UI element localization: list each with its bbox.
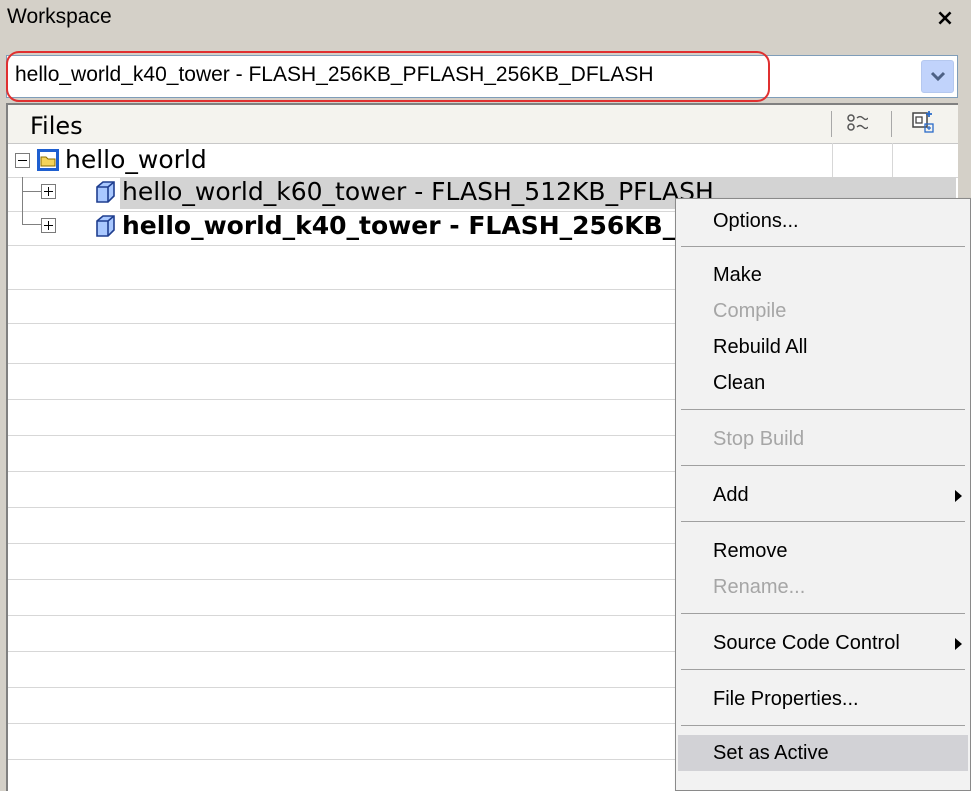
menu-item-label: Rename... xyxy=(713,576,806,598)
expand-toggle[interactable] xyxy=(41,218,56,233)
menu-item-make[interactable]: Make xyxy=(678,257,968,293)
submenu-arrow-icon xyxy=(955,490,962,502)
menu-item-label: Remove xyxy=(713,540,788,562)
menu-separator xyxy=(681,465,965,466)
close-button[interactable]: × xyxy=(925,4,965,34)
context-menu: Options... Make Compile Rebuild All Clea… xyxy=(675,198,971,791)
menu-separator xyxy=(681,521,965,522)
menu-item-stop-build[interactable]: Stop Build xyxy=(678,421,968,457)
menu-item-clean[interactable]: Clean xyxy=(678,365,968,401)
chevron-down-icon xyxy=(930,71,946,82)
menu-item-source-code-control[interactable]: Source Code Control xyxy=(678,625,968,661)
menu-item-label: Add xyxy=(713,484,749,506)
collapse-toggle[interactable] xyxy=(15,153,30,168)
menu-item-label: Source Code Control xyxy=(713,632,900,654)
expand-toggle[interactable] xyxy=(41,184,56,199)
header-separator xyxy=(891,111,892,137)
dropdown-button[interactable] xyxy=(921,60,954,93)
menu-item-label: Stop Build xyxy=(713,428,805,450)
file-columns-icon[interactable] xyxy=(911,111,935,139)
menu-item-compile[interactable]: Compile xyxy=(678,293,968,329)
tree-item-label: hello_world xyxy=(65,145,207,174)
project-cube-icon xyxy=(94,180,116,208)
menu-item-label: Options... xyxy=(713,210,799,232)
title-bar: Workspace × xyxy=(0,0,971,36)
menu-item-options[interactable]: Options... xyxy=(678,203,968,239)
options-columns-icon[interactable] xyxy=(846,113,869,137)
menu-item-label: Make xyxy=(713,264,762,286)
menu-item-file-properties[interactable]: File Properties... xyxy=(678,681,968,717)
configuration-select[interactable]: hello_world_k40_tower - FLASH_256KB_PFLA… xyxy=(6,55,958,98)
menu-item-rename[interactable]: Rename... xyxy=(678,569,968,605)
menu-separator xyxy=(681,613,965,614)
submenu-arrow-icon xyxy=(955,638,962,650)
workspace-window: Workspace × hello_world_k40_tower - FLAS… xyxy=(0,0,971,791)
menu-item-label: Clean xyxy=(713,372,766,394)
menu-item-add[interactable]: Add xyxy=(678,477,968,513)
menu-item-remove[interactable]: Remove xyxy=(678,533,968,569)
menu-item-label: Compile xyxy=(713,300,787,322)
menu-item-label: Rebuild All xyxy=(713,336,808,358)
header-separator xyxy=(831,111,832,137)
window-title: Workspace xyxy=(7,5,112,28)
menu-item-label: File Properties... xyxy=(713,688,859,710)
configuration-value: hello_world_k40_tower - FLASH_256KB_PFLA… xyxy=(15,63,654,86)
menu-separator xyxy=(681,409,965,410)
menu-separator xyxy=(681,246,965,247)
files-header: Files xyxy=(8,105,958,144)
menu-item-rebuild-all[interactable]: Rebuild All xyxy=(678,329,968,365)
menu-item-set-as-active[interactable]: Set as Active xyxy=(678,735,968,771)
project-cube-icon xyxy=(94,214,116,242)
menu-separator xyxy=(681,669,965,670)
menu-separator xyxy=(681,725,965,726)
tree-item-label: hello_world_k60_tower - FLASH_512KB_PFLA… xyxy=(122,177,714,206)
workspace-icon xyxy=(36,148,60,176)
tree-row-workspace[interactable]: hello_world xyxy=(8,143,958,177)
menu-item-label: Set as Active xyxy=(713,742,829,764)
files-column-header[interactable]: Files xyxy=(30,112,83,140)
